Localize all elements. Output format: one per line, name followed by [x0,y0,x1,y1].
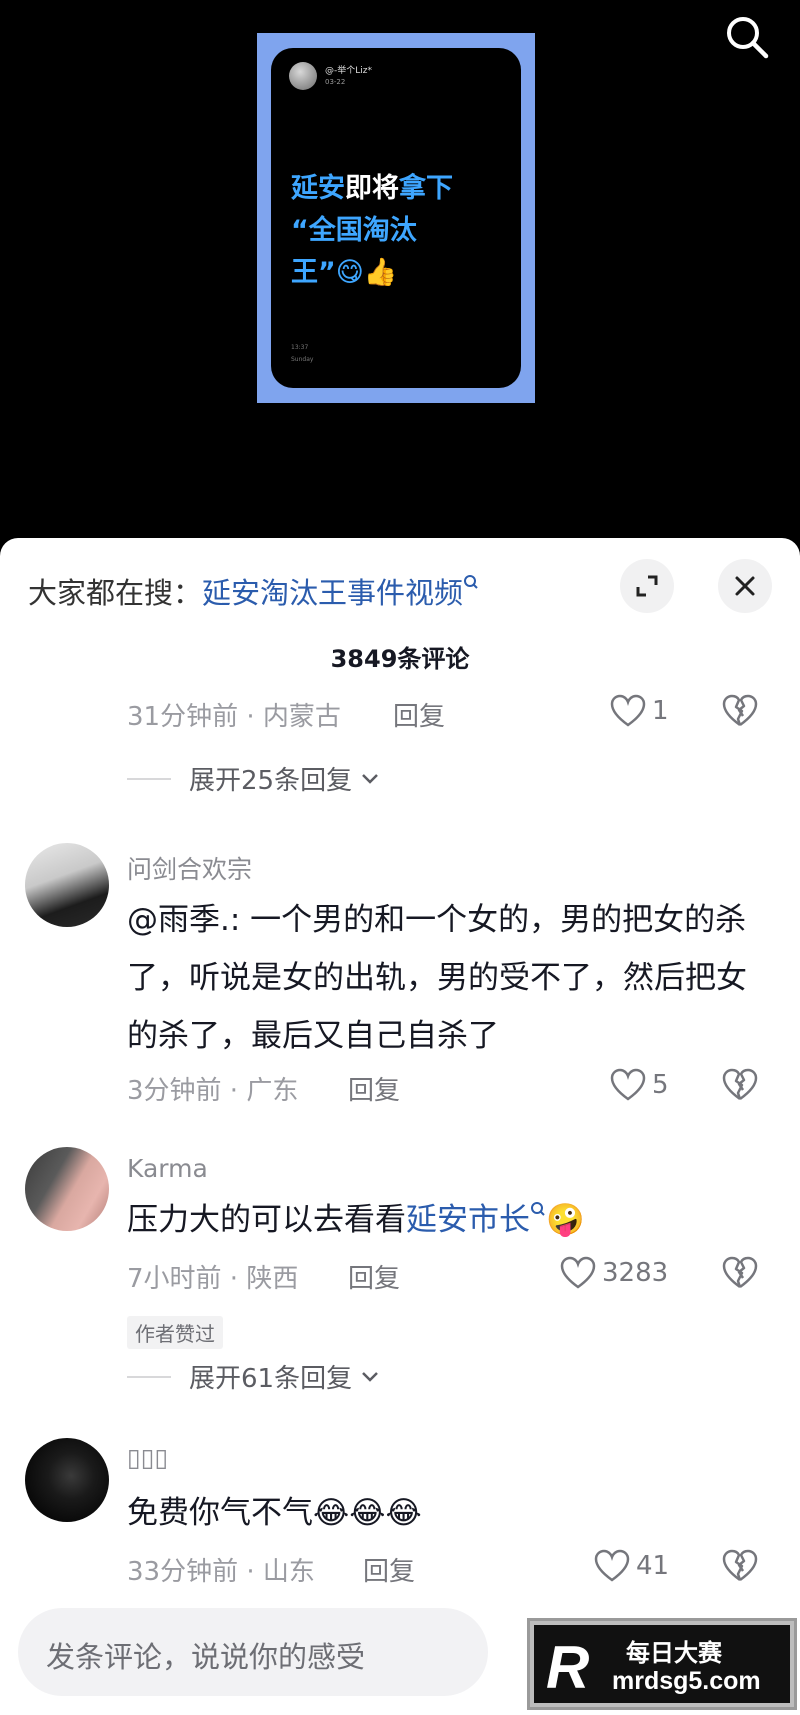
search-link[interactable]: 延安市长 [406,1202,546,1238]
like-count: 5 [652,1070,669,1100]
broken-heart-icon[interactable] [722,1549,758,1583]
expand-replies-button[interactable]: 展开25条回复 [127,760,382,797]
watermark-cn: 每日大赛 [626,1639,722,1667]
trending-query-link[interactable]: 延安淘汰王事件视频 [202,575,479,610]
headline-part: 拿下 [399,173,453,204]
watermark-logo: R 每日大赛 mrdsg5.com [527,1618,797,1710]
post-username: @-举个Liz* [325,66,372,76]
expand-replies-button[interactable]: 展开61条回复 [127,1358,382,1395]
comment-meta: 33分钟前 · 山东 [127,1557,315,1587]
watermark-inner: R 每日大赛 mrdsg5.com [534,1625,790,1703]
comment-text: 免费你气不气😂😂😂 [127,1495,422,1531]
phone-day: Sunday [291,356,314,363]
phone-time: 13:37 [291,344,309,351]
trending-label: 大家都在搜： [28,576,203,610]
comment-username[interactable]: Karma [127,1154,208,1183]
video-frame: @-举个Liz* 03-22 延安即将拿下 “全国淘汰 王”😋👍 13:37 S… [257,33,535,403]
reply-button[interactable]: 回复 [363,1551,415,1588]
heart-icon [594,1549,630,1582]
avatar[interactable] [25,1438,109,1522]
like-button[interactable]: 5 [610,1068,669,1102]
comment-panel: 大家都在搜：延安淘汰王事件视频 3849条评论 31分钟前 · 内蒙古 回复 1… [0,538,800,1715]
video-content: @-举个Liz* 03-22 延安即将拿下 “全国淘汰 王”😋👍 13:37 S… [271,48,521,388]
expand-panel-button[interactable] [620,559,674,613]
broken-heart-icon[interactable] [722,694,758,728]
search-icon [727,17,769,59]
like-count: 1 [652,696,669,726]
post-date: 03-22 [325,78,346,86]
headline-line-2: “全国淘汰 [291,215,417,246]
comment-username[interactable]: ▯▯▯ [127,1443,168,1472]
video-headline: 延安即将拿下 “全国淘汰 王”😋👍 [291,168,511,294]
comment-text-suffix: 🤪 [546,1202,585,1238]
like-button[interactable]: 3283 [560,1256,668,1290]
comment-input-placeholder: 发条评论，说说你的感受 [46,1640,366,1674]
post-avatar [289,62,317,90]
heart-icon [610,1068,646,1101]
comment-meta: 7小时前 · 陕西 [127,1264,299,1294]
expand-replies-label: 展开25条回复 [189,766,353,796]
expand-replies-label: 展开61条回复 [189,1364,353,1394]
chevron-down-icon [362,1371,378,1382]
comment-text-prefix: 压力大的可以去看看 [127,1202,406,1238]
like-count: 3283 [602,1258,669,1288]
reply-button[interactable]: 回复 [393,696,445,733]
like-count: 41 [636,1551,670,1581]
headline-line-3: 王”😋👍 [291,257,398,288]
search-small-icon [464,575,478,589]
heart-icon [610,694,646,727]
close-button[interactable] [718,559,772,613]
comment-meta: 31分钟前 · 内蒙古 [127,702,341,732]
like-button[interactable]: 41 [594,1549,669,1583]
trending-search: 大家都在搜：延安淘汰王事件视频 [28,570,479,612]
search-link-label: 延安市长 [406,1202,530,1238]
avatar[interactable] [25,1147,109,1231]
broken-heart-icon[interactable] [722,1256,758,1290]
close-icon [735,576,755,596]
search-button[interactable] [718,8,778,68]
search-small-icon [531,1202,545,1216]
video-player[interactable]: @-举个Liz* 03-22 延安即将拿下 “全国淘汰 王”😋👍 13:37 S… [0,0,800,560]
headline-part: 延安 [291,173,345,204]
heart-icon [560,1256,596,1289]
watermark-en: mrdsg5.com [612,1667,761,1695]
watermark-letter: R [546,1634,590,1701]
comment-username[interactable]: 问剑合欢宗 [127,850,252,886]
comment-input[interactable]: 发条评论，说说你的感受 [18,1608,488,1696]
author-liked-badge: 作者赞过 [127,1316,223,1349]
divider [127,1375,171,1378]
chevron-down-icon [362,773,378,784]
like-button[interactable]: 1 [610,694,669,728]
comment-meta: 3分钟前 · 广东 [127,1076,299,1106]
comment-count: 3849条评论 [330,645,470,673]
reply-button[interactable]: 回复 [348,1070,400,1107]
trending-query: 延安淘汰王事件视频 [202,576,464,610]
avatar[interactable] [25,843,109,927]
divider [127,777,171,780]
broken-heart-icon[interactable] [722,1068,758,1102]
comment-text: 压力大的可以去看看延安市长 🤪 [127,1191,777,1249]
comment-text: @雨季.: 一个男的和一个女的，男的把女的杀了，听说是女的出轨，男的受不了，然后… [127,902,747,1054]
reply-button[interactable]: 回复 [348,1258,400,1295]
expand-icon [636,575,658,597]
headline-part: 即将 [345,173,399,204]
